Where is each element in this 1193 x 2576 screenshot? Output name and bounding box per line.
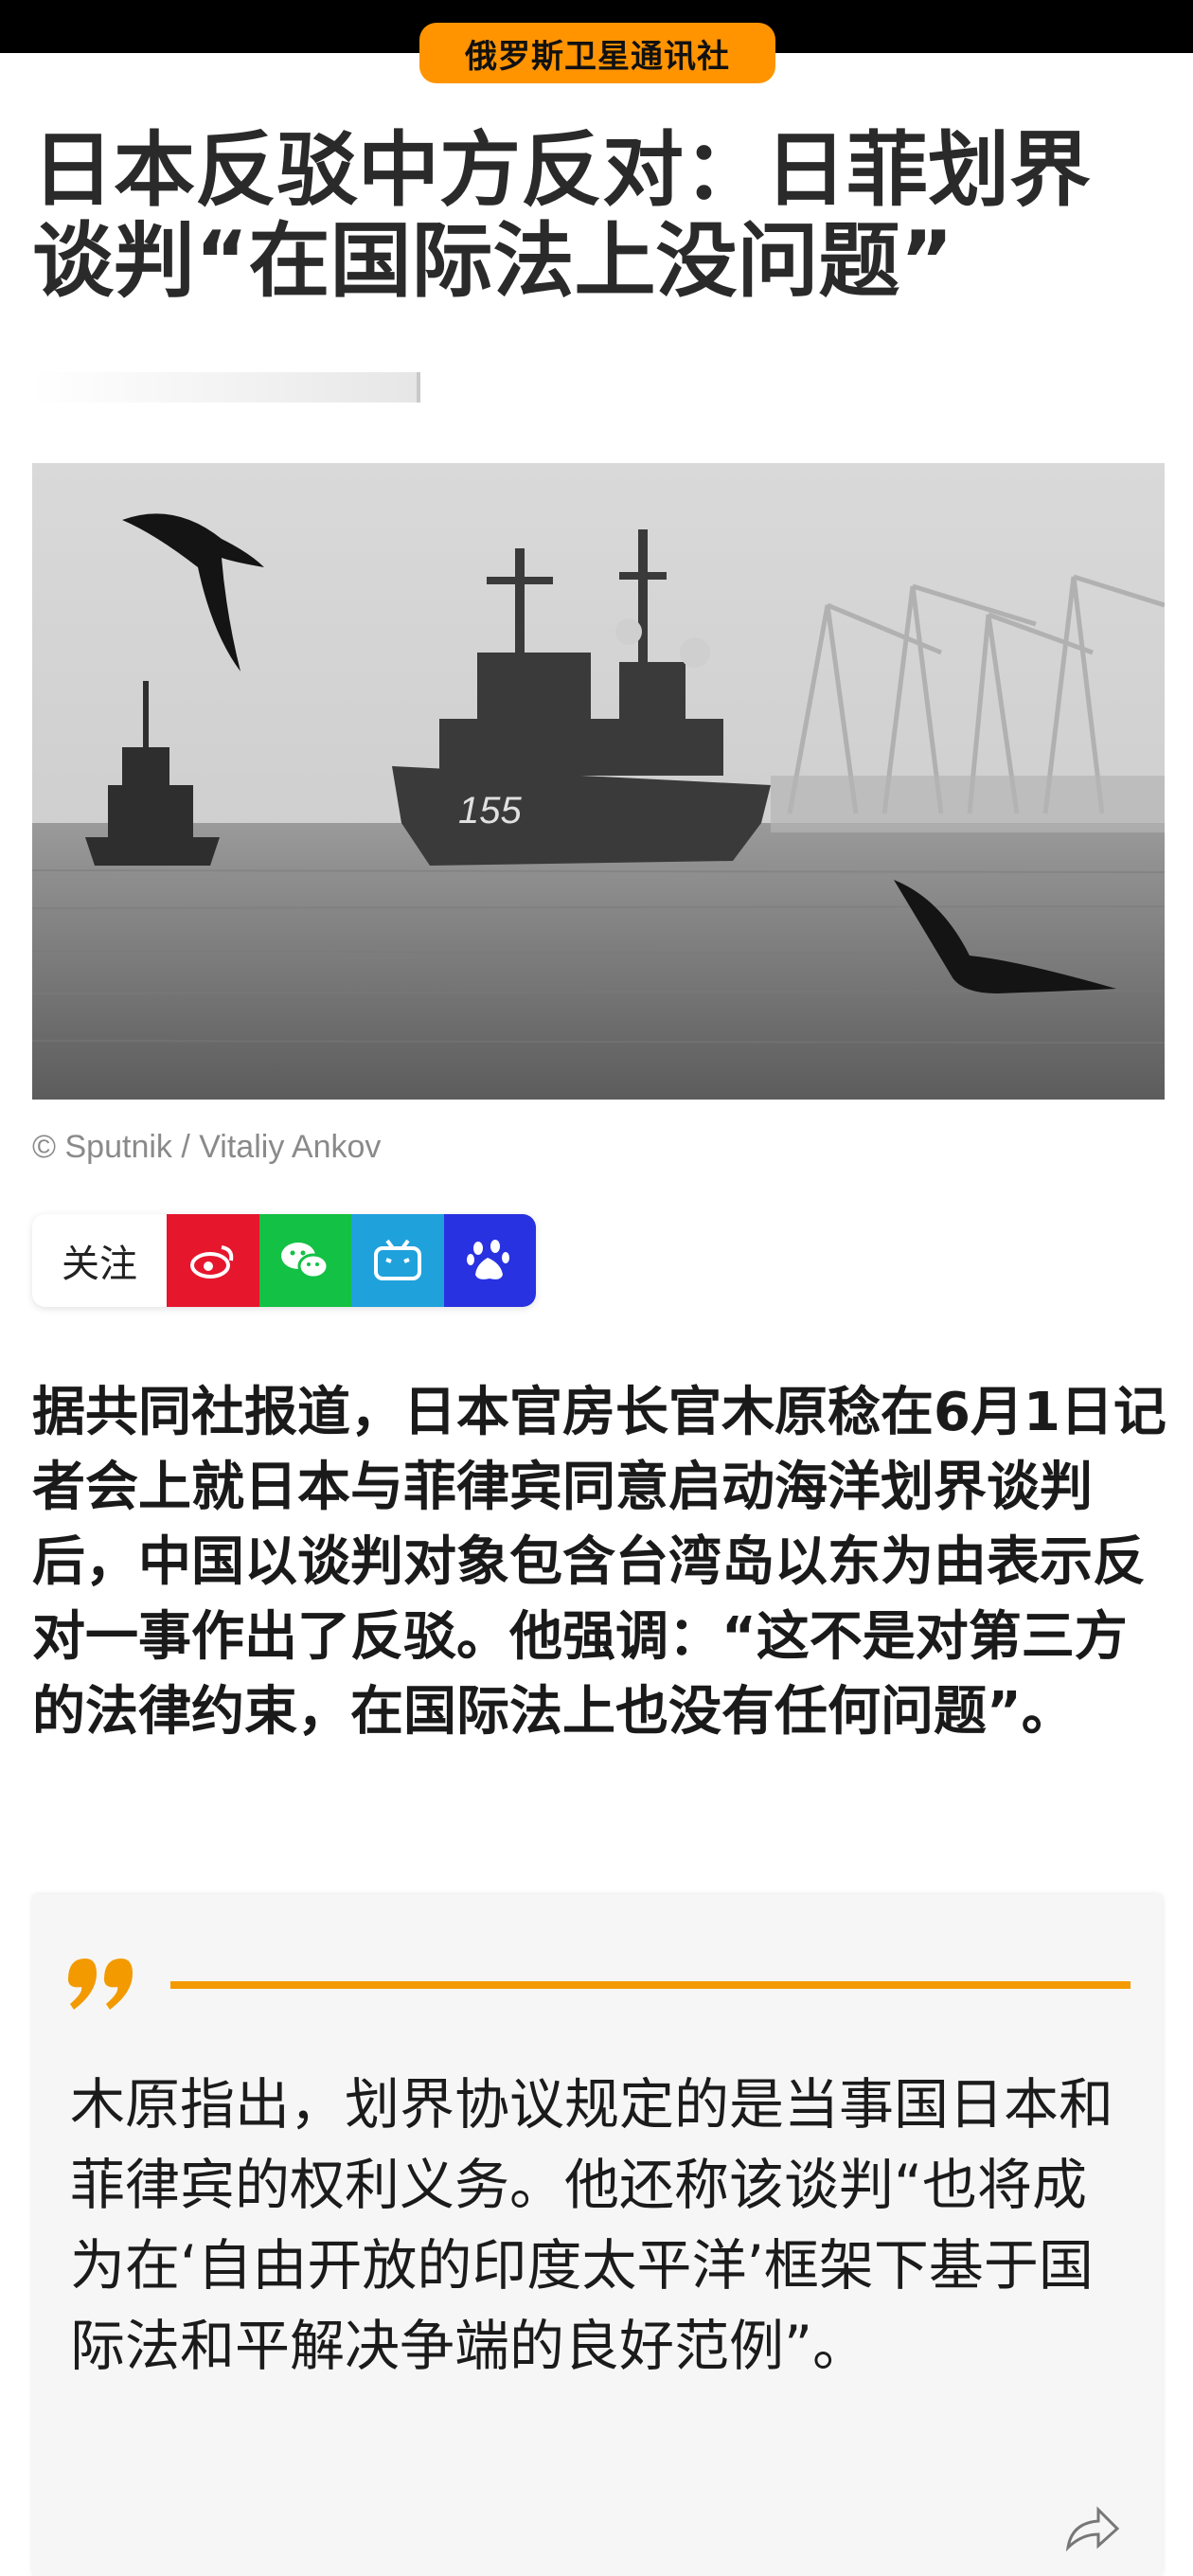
hull-number: 155 xyxy=(458,790,522,832)
photo-credit: © Sputnik / Vitaliy Ankov xyxy=(32,1129,382,1165)
article-photo[interactable]: 155 xyxy=(32,463,1165,1100)
byline-placeholder xyxy=(32,372,420,402)
quote-divider xyxy=(170,1981,1131,1989)
quote-block: 木原指出，划界协议规定的是当事国日本和菲律宾的权利义务。他还称该谈判“也将成为在… xyxy=(32,1894,1163,2576)
wechat-button[interactable] xyxy=(258,1214,351,1307)
weibo-icon xyxy=(189,1245,234,1279)
quote-mark-icon xyxy=(68,1959,133,2010)
wechat-icon xyxy=(281,1243,329,1279)
article-lead: 据共同社报道，日本官房长官木原稔在6月1日记者会上就日本与菲律宾同意启动海洋划界… xyxy=(32,1382,1166,1743)
quote-text: 木原指出，划界协议规定的是当事国日本和菲律宾的权利义务。他还称该谈判“也将成为在… xyxy=(70,2072,1114,2378)
follow-bar: 关注 xyxy=(32,1214,536,1307)
share-icon[interactable] xyxy=(1064,2506,1121,2551)
follow-label: 关注 xyxy=(32,1214,167,1307)
photo-scene: 155 xyxy=(32,463,1165,1100)
baidu-icon xyxy=(467,1240,510,1279)
baidu-button[interactable] xyxy=(443,1214,536,1307)
brand-badge[interactable]: 俄罗斯卫星通讯社 xyxy=(419,23,775,83)
bilibili-button[interactable] xyxy=(351,1214,444,1307)
article-title: 日本反驳中方反对：日菲划界谈判“在国际法上没问题” xyxy=(32,123,1091,309)
weibo-button[interactable] xyxy=(167,1214,259,1307)
bilibili-icon xyxy=(373,1239,421,1280)
